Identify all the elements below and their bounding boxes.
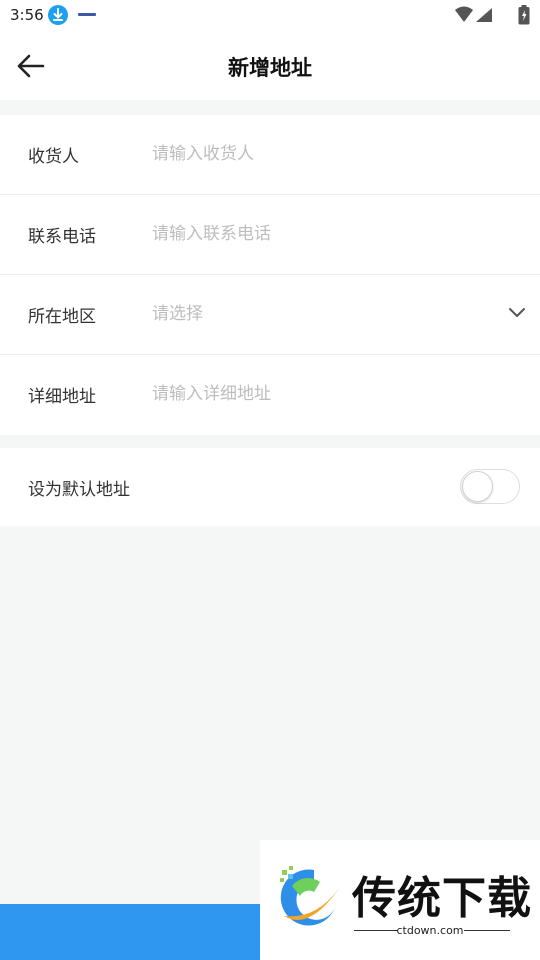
recipient-input[interactable]	[152, 139, 492, 169]
status-bar: 3:56	[0, 0, 540, 32]
page-title: 新增地址	[228, 56, 312, 80]
watermark-logo-icon	[280, 866, 342, 926]
watermark-divider-right	[464, 930, 510, 931]
app-bar: 新增地址	[0, 32, 540, 100]
status-time: 3:56	[10, 6, 44, 24]
recipient-row: 收货人	[0, 115, 540, 195]
watermark-brand: 传统下载	[352, 873, 532, 924]
region-label: 所在地区	[28, 307, 96, 327]
chevron-down-icon[interactable]	[508, 307, 526, 319]
toggle-knob	[462, 471, 493, 502]
phone-row: 联系电话	[0, 195, 540, 275]
recipient-label: 收货人	[28, 147, 79, 167]
signal-icons	[455, 6, 492, 22]
default-address-toggle[interactable]	[460, 469, 520, 504]
battery-icon	[518, 5, 530, 25]
default-address-label: 设为默认地址	[28, 480, 130, 500]
download-notification-icon	[48, 5, 68, 25]
address-form: 收货人 联系电话 所在地区 详细地址	[0, 115, 540, 435]
default-address-row: 设为默认地址	[0, 448, 540, 526]
region-select[interactable]	[152, 299, 492, 329]
phone-input[interactable]	[152, 219, 492, 249]
phone-label: 联系电话	[28, 227, 96, 247]
region-row[interactable]: 所在地区	[0, 275, 540, 355]
watermark: 传统下载 ctdown.com	[260, 840, 540, 960]
detail-address-label: 详细地址	[28, 387, 96, 407]
app-notification-icon	[78, 13, 96, 16]
detail-address-row: 详细地址	[0, 355, 540, 435]
detail-address-input[interactable]	[152, 379, 492, 409]
